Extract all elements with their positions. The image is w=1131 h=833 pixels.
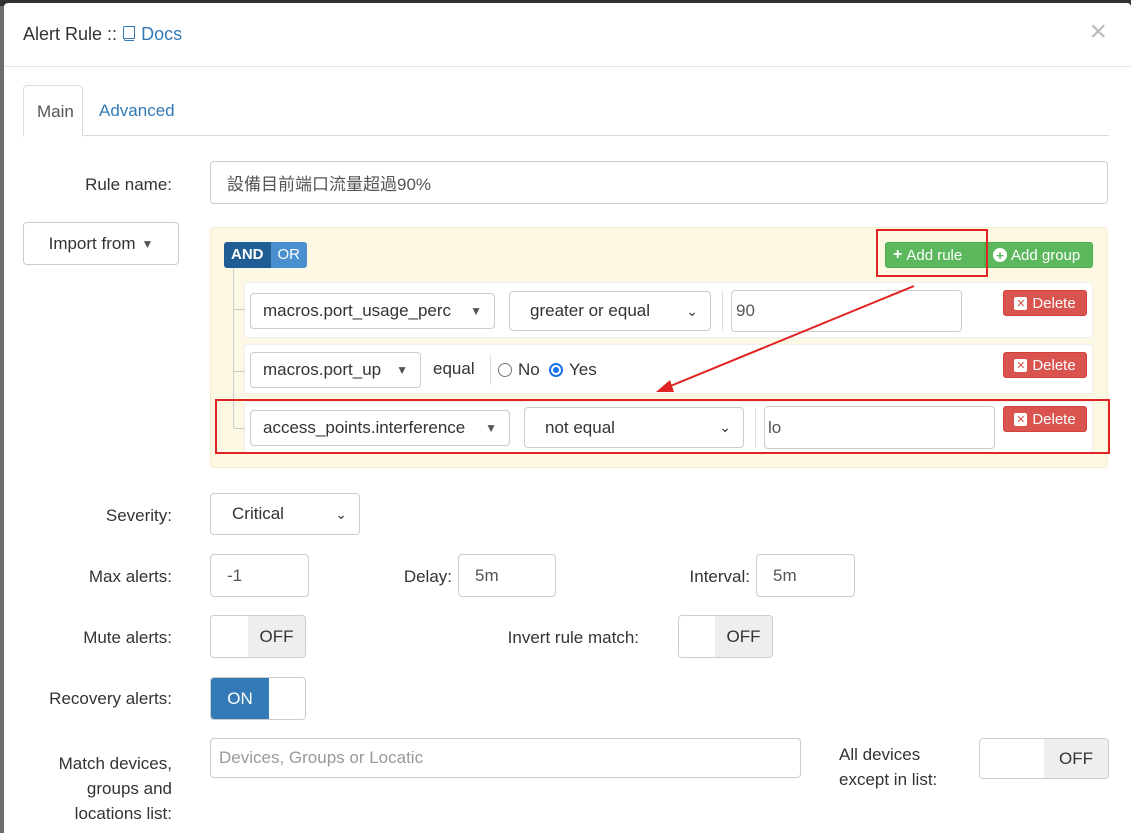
divider <box>490 355 491 385</box>
all-devices-except-toggle[interactable]: OFF <box>979 738 1109 779</box>
severity-label: Severity: <box>105 506 172 525</box>
tree-tick <box>234 371 245 372</box>
recovery-alerts-label: Recovery alerts: <box>49 689 172 708</box>
max-alerts-input[interactable]: -1 <box>210 554 309 597</box>
match-devices-placeholder: Devices, Groups or Locatic <box>219 748 424 767</box>
invert-rule-match-label: Invert rule match: <box>507 628 639 647</box>
match-label-line: Match devices, <box>58 754 172 773</box>
rule-operator-value: greater or equal <box>530 301 651 320</box>
toggle-handle <box>679 616 715 657</box>
docs-link[interactable]: Docs <box>122 24 182 44</box>
plus-circle-icon: + <box>993 248 1007 263</box>
radio-yes[interactable]: Yes <box>549 360 597 380</box>
all-devices-label-line: All devices <box>839 745 921 764</box>
match-label-line: groups and <box>86 779 172 798</box>
all-devices-label-line: except in list: <box>839 770 938 789</box>
rule-name-input[interactable]: 設備目前端口流量超過90% <box>210 161 1108 204</box>
radio-circle-selected <box>549 363 563 377</box>
and-button[interactable]: AND <box>224 242 271 268</box>
caret-down-icon: ▼ <box>141 236 154 251</box>
rule-field-value: macros.port_usage_perc <box>263 301 452 320</box>
caret-down-icon: ▼ <box>470 304 482 318</box>
match-label-line: locations list: <box>74 804 172 823</box>
rule-field-value: macros.port_up <box>263 360 382 379</box>
divider <box>722 291 723 331</box>
or-button[interactable]: OR <box>270 242 307 268</box>
severity-value: Critical <box>232 504 284 523</box>
rule-operator-label: equal <box>433 359 475 378</box>
rule-operator-select[interactable]: greater or equal ⌄ <box>509 291 711 331</box>
modal-title: Alert Rule :: Docs <box>23 24 182 45</box>
mute-alerts-toggle[interactable]: OFF <box>210 615 306 658</box>
match-devices-input[interactable]: Devices, Groups or Locatic <box>210 738 801 778</box>
tab-bar: Main Advanced <box>23 85 1109 137</box>
toggle-handle <box>211 616 248 657</box>
delete-label: Delete <box>1032 356 1076 374</box>
docs-link-label: Docs <box>141 24 183 44</box>
toggle-state: OFF <box>1044 739 1108 778</box>
max-alerts-label: Max alerts: <box>88 567 172 586</box>
rule-name-label: Rule name: <box>85 175 172 194</box>
toggle-state: OFF <box>715 616 772 657</box>
radio-yes-label: Yes <box>569 360 597 379</box>
match-devices-label: Match devices, groups and locations list… <box>24 751 172 826</box>
delay-input[interactable]: 5m <box>458 554 556 597</box>
toggle-handle <box>980 739 1044 778</box>
radio-no[interactable]: No <box>498 360 540 380</box>
delete-rule-button[interactable]: ✕ Delete <box>1003 290 1087 316</box>
tree-tick <box>234 309 245 310</box>
chevron-down-icon: ⌄ <box>335 505 347 522</box>
annotation-box-add-rule <box>876 229 988 277</box>
modal-title-prefix: Alert Rule :: <box>23 24 118 44</box>
rule-value-input[interactable]: 90 <box>731 290 962 332</box>
delete-rule-button[interactable]: ✕ Delete <box>1003 352 1087 378</box>
import-from-label: Import from <box>48 233 136 253</box>
tab-advanced[interactable]: Advanced <box>86 85 188 137</box>
radio-no-label: No <box>518 360 540 379</box>
toggle-state: OFF <box>248 616 305 657</box>
severity-select[interactable]: Critical ⌄ <box>210 493 360 535</box>
tab-main[interactable]: Main <box>23 85 83 137</box>
modal-header: Alert Rule :: Docs × <box>4 3 1131 67</box>
interval-input[interactable]: 5m <box>756 554 855 597</box>
delay-label: Delay: <box>403 567 452 586</box>
book-icon <box>122 24 141 44</box>
mute-alerts-label: Mute alerts: <box>83 628 172 647</box>
delete-label: Delete <box>1032 294 1076 312</box>
import-from-button[interactable]: Import from ▼ <box>23 222 179 265</box>
close-icon: ✕ <box>1014 358 1028 372</box>
close-icon: ✕ <box>1014 296 1028 310</box>
annotation-box-new-rule <box>215 399 1110 454</box>
rule-field-select[interactable]: macros.port_up ▼ <box>250 352 421 388</box>
invert-rule-match-toggle[interactable]: OFF <box>678 615 773 658</box>
chevron-down-icon: ⌄ <box>686 302 698 319</box>
toggle-handle <box>269 678 305 719</box>
add-group-label: Add group <box>1011 246 1081 264</box>
toggle-state: ON <box>211 678 269 719</box>
rule-row: macros.port_usage_perc ▼ greater or equa… <box>234 282 1093 338</box>
rule-field-select[interactable]: macros.port_usage_perc ▼ <box>250 293 495 329</box>
close-button[interactable]: × <box>1089 17 1107 47</box>
all-devices-label: All devices except in list: <box>826 742 956 792</box>
recovery-alerts-toggle[interactable]: ON <box>210 677 306 720</box>
condition-toggle: AND OR <box>224 242 307 268</box>
add-group-button[interactable]: + Add group <box>985 242 1093 268</box>
interval-label: Interval: <box>689 567 750 586</box>
radio-circle <box>498 363 512 377</box>
caret-down-icon: ▼ <box>396 363 408 377</box>
rule-row: macros.port_up ▼ equal No Yes ✕ Delete <box>234 344 1093 394</box>
